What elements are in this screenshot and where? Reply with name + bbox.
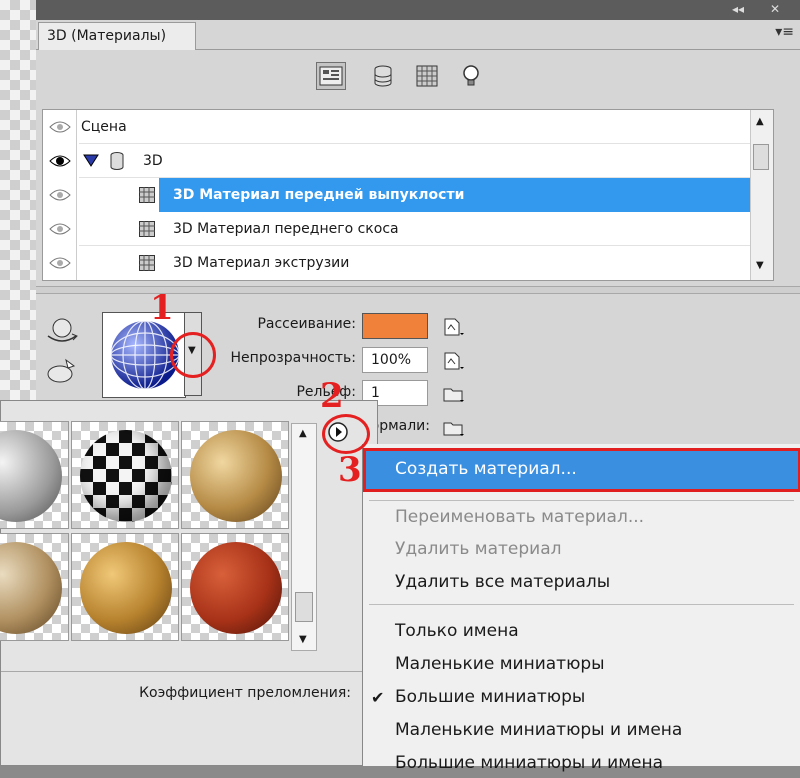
eye-icon[interactable] [43, 246, 77, 280]
menu-item-delete-all-materials[interactable]: Удалить все материалы [395, 567, 610, 597]
tree-row-material-extrusion[interactable]: 3D Материал экструзии [43, 246, 751, 280]
material-thumbnail-grid [0, 421, 289, 651]
collapse-panel-button[interactable]: ◂◂ [732, 2, 744, 16]
normal-folder-icon[interactable] [442, 418, 466, 440]
material-options-context-menu: Создать материал... Переименовать матери… [362, 444, 800, 773]
light-filter-icon[interactable] [456, 62, 486, 90]
opacity-texture-menu-icon[interactable] [442, 350, 466, 372]
scroll-up-icon[interactable]: ▲ [299, 428, 307, 439]
checker-sphere [80, 430, 172, 522]
tree-item-label: 3D Материал переднего скоса [173, 221, 399, 237]
menu-item-create-material[interactable]: Создать материал... [395, 454, 577, 484]
gray-marble-sphere [0, 430, 62, 522]
material-picker-popup: ▲ ▼ Коэффициент преломления: [0, 400, 378, 766]
refraction-label: Коэффициент преломления: [139, 685, 351, 701]
menu-item-large-thumbnails[interactable]: Большие миниатюры [395, 682, 585, 712]
menu-item-large-thumbnails-and-names[interactable]: Большие миниатюры и имена [395, 748, 663, 778]
annotation-circle-dropdown [170, 332, 216, 378]
scene-header-label: Сцена [81, 119, 127, 135]
bronze-sphere [190, 430, 282, 522]
material-thumbnail[interactable] [181, 533, 289, 641]
scroll-down-icon[interactable]: ▼ [299, 634, 307, 645]
tree-row-3d-layer[interactable]: 3D [43, 144, 751, 178]
scroll-down-icon[interactable]: ▼ [756, 260, 764, 271]
scrollbar-thumb[interactable] [753, 144, 769, 170]
scene-row[interactable]: Сцена [43, 110, 751, 144]
tree-row-material-front-bevel[interactable]: 3D Материал переднего скоса [43, 212, 751, 246]
bump-folder-icon[interactable] [442, 384, 466, 406]
diffuse-label: Рассеивание: [257, 316, 356, 332]
tree-item-label: 3D [143, 153, 163, 169]
eye-icon[interactable] [43, 110, 77, 144]
drop-material-tool-icon[interactable] [44, 356, 80, 390]
material-icon [139, 255, 155, 275]
material-icon [139, 221, 155, 241]
menu-item-rename-material[interactable]: Переименовать материал... [395, 502, 644, 532]
mesh-filter-icon[interactable] [368, 62, 398, 90]
material-thumbnail[interactable] [71, 421, 179, 529]
opacity-field[interactable]: 100% [362, 347, 428, 373]
material-filter-icon[interactable] [412, 62, 442, 90]
menu-item-small-thumbnails[interactable]: Маленькие миниатюры [395, 649, 605, 679]
panel-title-bar: ◂◂ ✕ [36, 0, 800, 20]
cork-sphere [80, 542, 172, 634]
material-thumbnail[interactable] [71, 533, 179, 641]
annotation-circle-menu-button [322, 414, 370, 454]
diffuse-color-swatch[interactable] [362, 313, 428, 339]
red-rubber-sphere [190, 542, 282, 634]
scene-list-scrollbar[interactable]: ▲ ▼ [750, 110, 773, 280]
mesh-icon [109, 151, 125, 175]
material-thumbnail[interactable] [0, 421, 69, 529]
picker-divider [1, 671, 377, 672]
tab-3d-materials[interactable]: 3D (Материалы) [38, 22, 196, 50]
menu-item-small-thumbnails-and-names[interactable]: Маленькие миниатюры и имена [395, 715, 682, 745]
scroll-up-icon[interactable]: ▲ [756, 116, 764, 127]
annotation-step-1: 1 [150, 288, 174, 328]
material-thumbnail[interactable] [181, 421, 289, 529]
picker-scrollbar[interactable]: ▲ ▼ [291, 423, 317, 651]
tree-row-material-front-bulge[interactable]: 3D Материал передней выпуклости [43, 178, 751, 212]
material-icon [139, 187, 155, 207]
expand-triangle-icon[interactable] [83, 153, 99, 171]
checkmark-icon: ✔ [371, 688, 385, 707]
annotation-step-3: 3 [338, 450, 362, 490]
diffuse-texture-menu-icon[interactable] [442, 316, 466, 338]
eye-icon[interactable] [43, 212, 77, 246]
menu-separator [369, 604, 794, 605]
menu-item-delete-material[interactable]: Удалить материал [395, 534, 562, 564]
eye-icon[interactable] [43, 178, 77, 212]
eye-icon[interactable] [43, 144, 77, 178]
panel-menu-button[interactable]: ▾≡ [775, 24, 794, 40]
opacity-label: Непрозрачность: [230, 350, 356, 366]
scene-filter-icon[interactable] [316, 62, 346, 90]
scene-tree-list: Сцена 3D 3D Материал передней выпуклости [42, 109, 774, 281]
tree-item-label: 3D Материал передней выпуклости [173, 187, 465, 203]
annotation-step-2: 2 [320, 376, 344, 416]
tree-item-label: 3D Материал экструзии [173, 255, 350, 271]
close-panel-button[interactable]: ✕ [770, 2, 780, 16]
wood-sphere [0, 542, 62, 634]
scrollbar-thumb[interactable] [295, 592, 313, 622]
rotate-material-tool-icon[interactable] [44, 316, 80, 350]
material-thumbnail[interactable] [0, 533, 69, 641]
menu-separator [369, 500, 794, 501]
menu-item-names-only[interactable]: Только имена [395, 616, 519, 646]
